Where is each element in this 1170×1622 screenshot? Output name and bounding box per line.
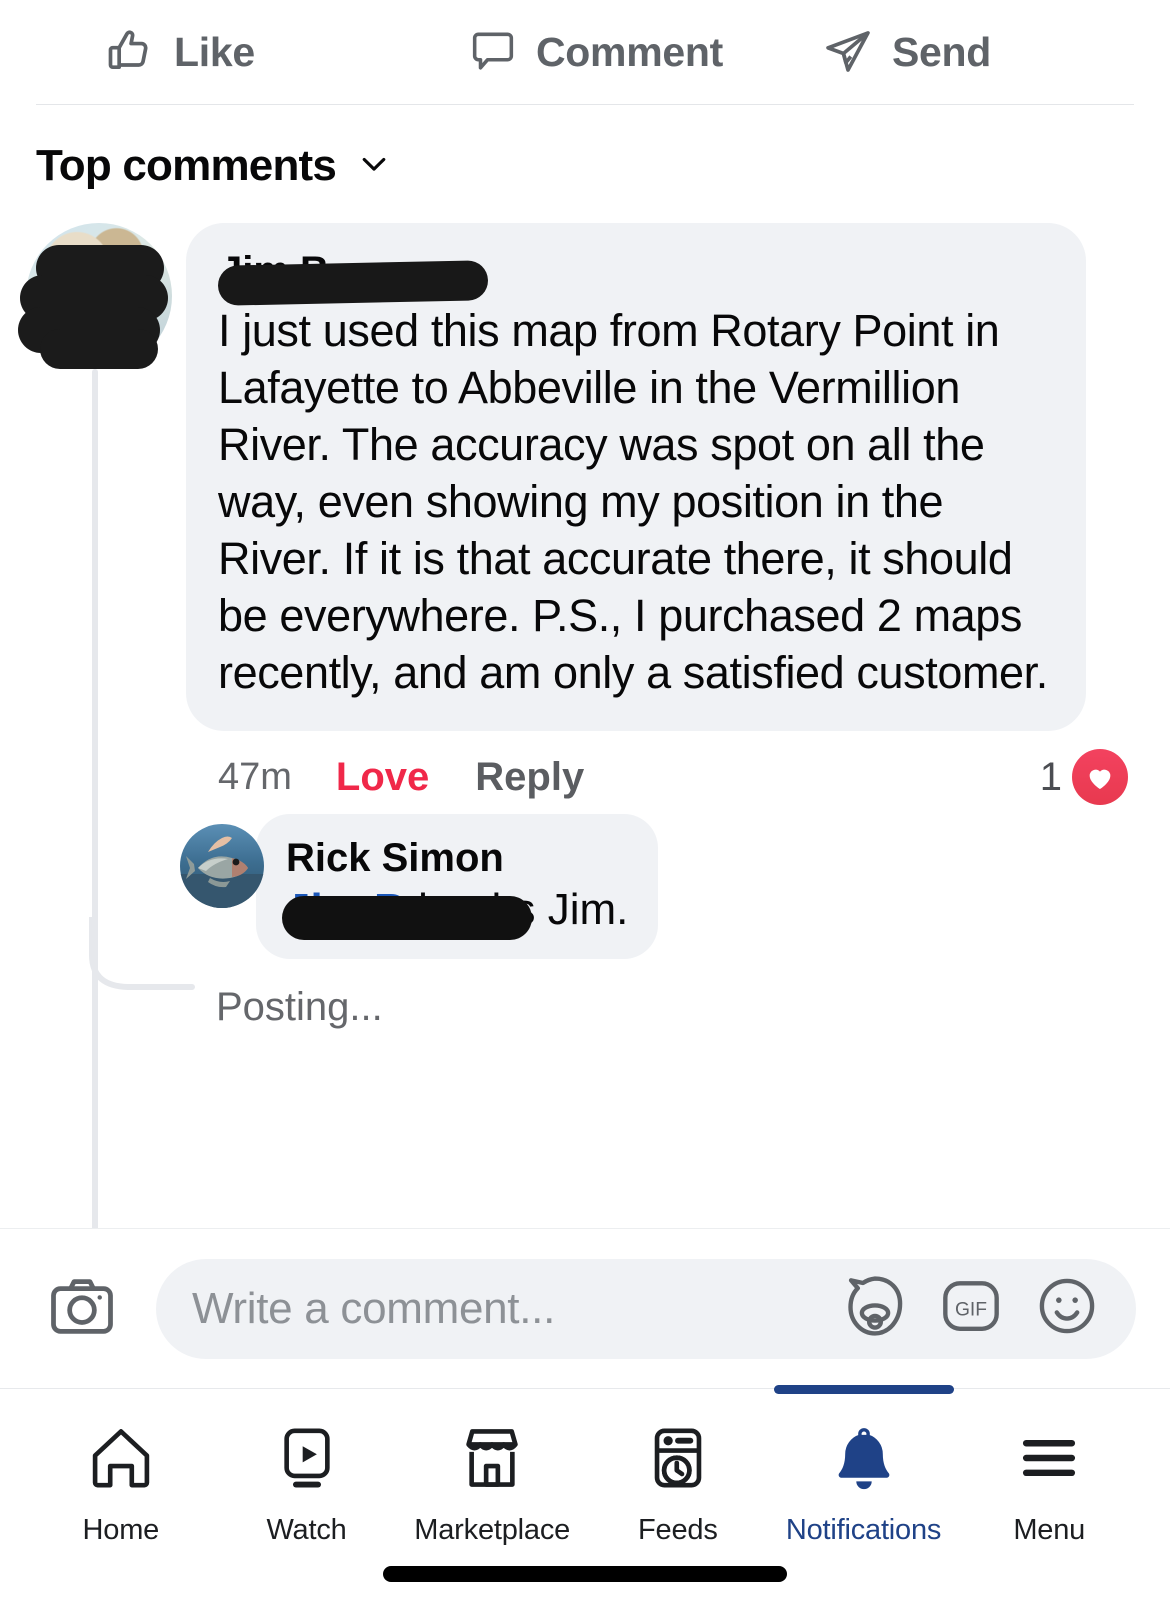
emoji-smiley-icon[interactable] <box>1032 1271 1102 1346</box>
heart-icon <box>1072 749 1128 806</box>
camera-icon[interactable] <box>44 1268 120 1349</box>
like-label: Like <box>174 28 255 75</box>
comment-input-placeholder: Write a comment... <box>192 1283 555 1333</box>
reaction-count: 1 <box>1039 754 1062 799</box>
avatar-sticker-icon[interactable] <box>840 1271 910 1346</box>
comment-reply-button[interactable]: Reply <box>475 755 584 800</box>
nav-item-marketplace[interactable]: Marketplace <box>399 1389 585 1547</box>
reply-avatar-image <box>180 824 264 909</box>
nav-label-feeds: Feeds <box>638 1514 718 1546</box>
nav-label-watch: Watch <box>266 1514 347 1546</box>
send-label: Send <box>892 28 992 75</box>
post-action-bar: Like Comment Send <box>0 0 1170 104</box>
comment-timestamp: 47m <box>218 756 292 799</box>
nav-label-marketplace: Marketplace <box>414 1514 571 1546</box>
nav-item-notifications[interactable]: Notifications <box>771 1385 957 1547</box>
comment-button[interactable]: Comment <box>446 27 806 77</box>
svg-text:GIF: GIF <box>955 1300 987 1321</box>
avatar-redaction-scribble <box>10 229 190 384</box>
reply-bubble[interactable]: Rick Simon Jim Bthanks Jim. <box>256 814 659 960</box>
feeds-icon <box>641 1421 715 1500</box>
thumbs-up-icon <box>104 26 156 78</box>
marketplace-store-icon <box>455 1421 529 1500</box>
comment-body-text: I just used this map from Rotary Point i… <box>218 305 1048 698</box>
mention-redaction-bar <box>282 896 532 941</box>
chevron-down-icon <box>356 146 392 187</box>
nav-item-home[interactable]: Home <box>28 1389 214 1547</box>
nav-label-notifications: Notifications <box>785 1514 942 1546</box>
comment-composer: Write a comment... GIF <box>0 1228 1170 1388</box>
reaction-summary[interactable]: 1 <box>1039 749 1128 806</box>
comment-label: Comment <box>536 28 723 75</box>
comment-bubble-column: Jim B I just used this map from Rotary P… <box>180 217 1146 1030</box>
nav-item-feeds[interactable]: Feeds <box>585 1389 771 1547</box>
comment-love-button[interactable]: Love <box>336 755 429 800</box>
composer-icon-group: GIF <box>840 1271 1110 1346</box>
gif-icon[interactable]: GIF <box>936 1271 1006 1346</box>
active-tab-indicator <box>773 1385 954 1394</box>
watch-video-icon <box>270 1421 344 1500</box>
reply-item: Rick Simon Jim Bthanks Jim. Posting... <box>18 814 1146 1030</box>
send-paper-plane-icon <box>822 26 874 78</box>
comment-input-field[interactable]: Write a comment... GIF <box>156 1258 1136 1359</box>
author-name-redaction-bar <box>217 260 489 306</box>
nav-item-menu[interactable]: Menu <box>956 1389 1142 1547</box>
reply-status: Posting... <box>216 985 383 1030</box>
bell-icon <box>827 1421 901 1500</box>
reply-author-name: Rick Simon <box>286 836 504 881</box>
top-comments-selector[interactable]: Top comments <box>0 105 1170 217</box>
bottom-navigation-bar: Home Watch Marketplace Feeds Notificatio… <box>0 1385 1170 1546</box>
top-comments-label: Top comments <box>36 141 337 190</box>
comment-author-line: Jim B <box>217 249 1052 306</box>
home-indicator <box>383 1566 787 1582</box>
reply-avatar[interactable] <box>180 824 264 909</box>
avatar[interactable] <box>18 223 172 369</box>
reply-avatar-column <box>18 814 264 909</box>
home-icon <box>84 1421 158 1500</box>
hamburger-menu-icon <box>1012 1421 1086 1500</box>
comment-bubble-icon <box>468 27 518 77</box>
facebook-post-comments-screen: Like Comment Send Top comments I just us… <box>0 0 1170 1622</box>
comment-thread: Jim B I just used this map from Rotary P… <box>0 217 1170 1379</box>
send-button[interactable]: Send <box>806 26 1146 78</box>
comment-meta-row: 47m Love Reply 1 <box>186 731 1146 806</box>
comment-item: Jim B I just used this map from Rotary P… <box>18 217 1146 1030</box>
nav-label-home: Home <box>82 1514 160 1546</box>
nav-label-menu: Menu <box>1013 1514 1086 1546</box>
comment-bubble[interactable]: Jim B I just used this map from Rotary P… <box>186 223 1086 732</box>
nav-item-watch[interactable]: Watch <box>214 1389 400 1547</box>
comment-avatar-column <box>18 217 186 369</box>
like-button[interactable]: Like <box>64 26 446 78</box>
reply-body-text: Jim Bthanks Jim. <box>282 882 628 941</box>
